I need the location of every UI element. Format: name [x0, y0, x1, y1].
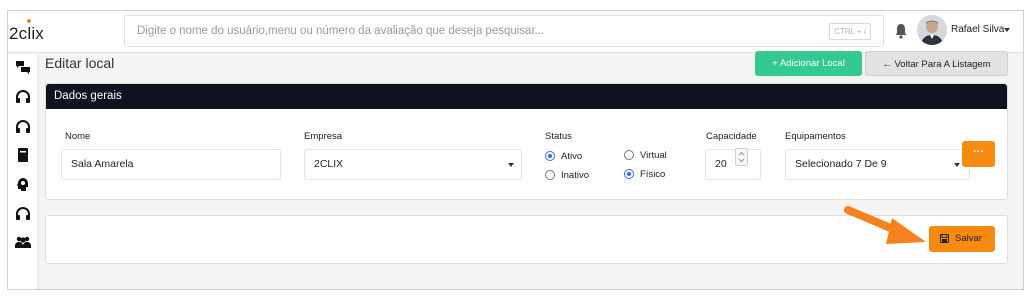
bell-icon[interactable]	[894, 23, 908, 39]
status-label: Status	[545, 131, 572, 142]
headset-icon[interactable]	[15, 90, 31, 104]
search-box[interactable]: Digite o nome do usuário,menu ou número …	[124, 15, 884, 47]
back-to-list-button[interactable]: ← Voltar Para A Listagem	[865, 51, 1008, 76]
equipamentos-value: Selecionado 7 De 9	[795, 158, 887, 170]
logo[interactable]: 2clix	[9, 19, 44, 44]
nome-label: Nome	[65, 131, 91, 142]
user-name[interactable]: Rafael Silva	[951, 24, 1004, 35]
annotation-arrow	[844, 206, 926, 244]
users-group-icon[interactable]	[15, 235, 31, 249]
top-bar: 2clix Digite o nome do usuário,menu ou n…	[8, 11, 1023, 53]
chevron-down-icon[interactable]	[508, 163, 514, 167]
capacidade-label: Capacidade	[706, 131, 757, 142]
chat-bubbles-icon[interactable]	[15, 60, 31, 74]
status-inativo-radio[interactable]	[545, 170, 555, 180]
more-options-button[interactable]: ···	[962, 141, 995, 167]
chevron-down-icon[interactable]	[1004, 28, 1010, 32]
logo-dot	[27, 19, 31, 23]
tipo-virtual-label: Virtual	[640, 150, 667, 161]
add-location-button[interactable]: + Adicionar Local	[755, 51, 862, 76]
general-data-card: Dados gerais	[45, 83, 1008, 200]
empresa-label: Empresa	[304, 131, 343, 142]
arrow-left-icon: ←	[882, 59, 895, 70]
nome-input[interactable]: Sala Amarela	[61, 149, 281, 180]
plus-icon: +	[772, 58, 780, 69]
save-button[interactable]: Salvar	[929, 226, 995, 252]
equipamentos-select[interactable]: Selecionado 7 De 9	[785, 149, 970, 180]
status-ativo-label: Ativo	[561, 151, 583, 162]
empresa-value: 2CLIX	[314, 158, 344, 170]
floppy-disk-icon	[940, 234, 949, 243]
search-shortcut-hint: CTRL + /	[829, 23, 871, 40]
tipo-virtual-radio[interactable]	[624, 150, 634, 160]
tipo-fisico-radio[interactable]	[624, 169, 634, 179]
tipo-fisico-label: Físico	[640, 169, 666, 180]
stepper-arrows-icon	[738, 151, 745, 163]
chevron-down-icon[interactable]	[954, 163, 960, 167]
capacidade-input[interactable]: 20	[705, 149, 761, 180]
status-ativo-radio[interactable]	[545, 151, 555, 161]
brain-head-icon[interactable]	[15, 177, 31, 191]
equipamentos-label: Equipamentos	[785, 131, 846, 142]
sidebar	[8, 54, 38, 289]
headset-icon[interactable]	[15, 207, 31, 221]
headset-icon[interactable]	[15, 120, 31, 134]
page-title: Editar local	[45, 55, 115, 71]
avatar[interactable]	[917, 15, 947, 45]
section-title: Dados gerais	[46, 84, 1007, 109]
book-icon[interactable]	[15, 148, 31, 162]
empresa-select[interactable]: 2CLIX	[304, 149, 522, 180]
capacidade-stepper[interactable]	[735, 148, 748, 166]
status-inativo-label: Inativo	[561, 170, 589, 181]
search-input[interactable]: Digite o nome do usuário,menu ou número …	[137, 25, 544, 37]
